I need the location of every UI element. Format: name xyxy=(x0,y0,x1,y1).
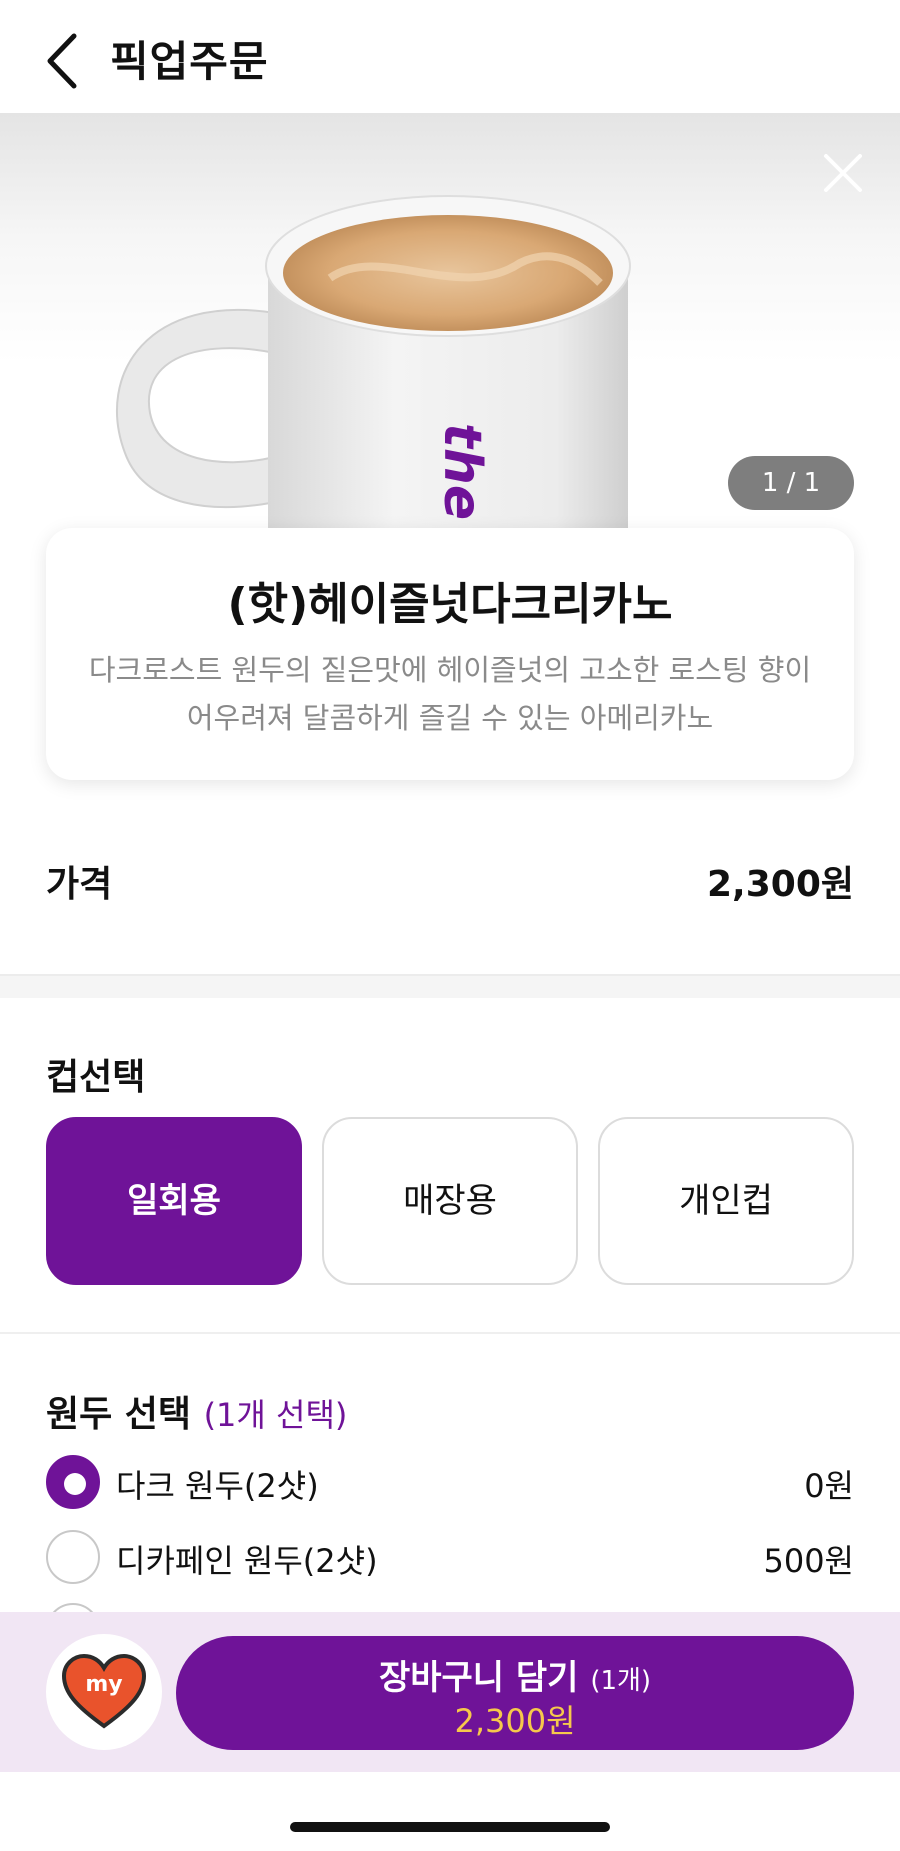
mug-logo-text: the xyxy=(432,423,492,520)
bean-select-subtitle: (1개 선택) xyxy=(203,1396,348,1434)
price-label: 가격 xyxy=(46,864,113,905)
close-button[interactable] xyxy=(818,148,868,198)
cup-option-disposable[interactable]: 일회용 xyxy=(46,1117,302,1285)
bean-select-title-text: 원두 선택 xyxy=(46,1394,192,1435)
cup-option-personal[interactable]: 개인컵 xyxy=(598,1117,854,1285)
cup-select-title: 컵선택 xyxy=(46,1057,146,1098)
radio-unchecked[interactable] xyxy=(46,1530,100,1584)
bean-select-title: 원두 선택 (1개 선택) xyxy=(46,1385,347,1437)
bean-option-price: 0원 xyxy=(804,1467,854,1505)
image-counter-badge: 1 / 1 xyxy=(728,456,854,510)
price-value: 2,300원 xyxy=(707,864,854,905)
cart-label-line: 장바구니 담기 (1개) xyxy=(176,1650,854,1699)
product-info-card: (핫)헤이즐넛다크리카노 다크로스트 원두의 짙은맛에 헤이즐넛의 고소한 로스… xyxy=(46,528,854,780)
bean-option-decaf[interactable]: 디카페인 원두(2샷) 500원 xyxy=(46,1530,854,1588)
product-description: 다크로스트 원두의 짙은맛에 헤이즐넛의 고소한 로스팅 향이 어우려져 달콤하… xyxy=(88,653,812,735)
home-indicator[interactable] xyxy=(290,1822,610,1832)
bottom-action-bar: my 장바구니 담기 (1개) 2,300원 xyxy=(0,1612,900,1772)
heart-my-icon: my xyxy=(61,1653,147,1729)
page-title: 픽업주문 xyxy=(110,37,269,86)
bean-option-label: 다크 원두(2샷) xyxy=(116,1467,319,1505)
app-header: 픽업주문 xyxy=(0,0,900,113)
section-divider xyxy=(0,1332,900,1334)
cup-option-store[interactable]: 매장용 xyxy=(322,1117,578,1285)
radio-checked[interactable] xyxy=(46,1455,100,1509)
back-button[interactable] xyxy=(40,26,90,96)
bean-option-dark[interactable]: 다크 원두(2샷) 0원 xyxy=(46,1455,854,1513)
my-favorites-button[interactable]: my xyxy=(46,1634,162,1750)
section-divider xyxy=(0,974,900,998)
cart-quantity: (1개) xyxy=(590,1666,652,1696)
cart-price: 2,300원 xyxy=(454,1702,576,1740)
my-icon-text: my xyxy=(85,1672,122,1697)
bean-option-label: 디카페인 원두(2샷) xyxy=(116,1542,378,1580)
bean-option-price: 500원 xyxy=(763,1542,854,1580)
cart-label: 장바구니 담기 xyxy=(378,1658,579,1698)
close-icon xyxy=(824,154,862,192)
chevron-left-icon xyxy=(47,33,77,89)
product-name: (핫)헤이즐넛다크리카노 xyxy=(227,579,673,630)
add-to-cart-button[interactable]: 장바구니 담기 (1개) 2,300원 xyxy=(176,1636,854,1750)
